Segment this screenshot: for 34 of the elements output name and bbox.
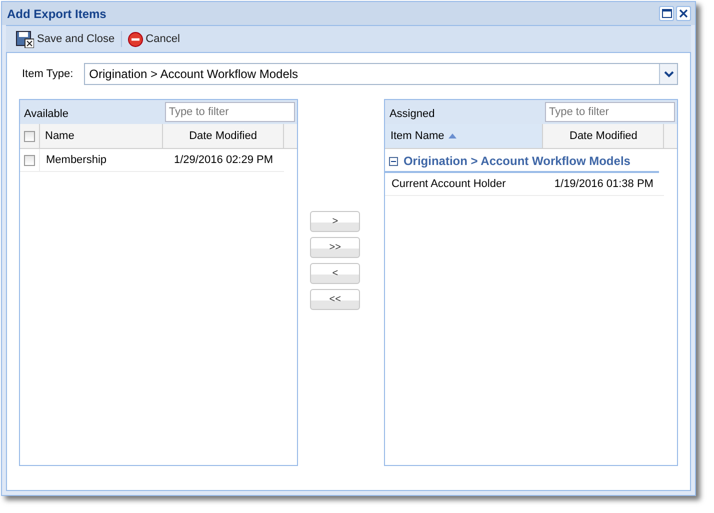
collapse-icon[interactable]	[389, 156, 398, 166]
close-icon	[679, 9, 688, 18]
column-header[interactable]: Date Modified	[163, 124, 284, 148]
table-row[interactable]: Current Account Holder 1/19/2016 01:38 PM	[385, 173, 664, 196]
table-cell-text: 1/19/2016 01:38 PM	[553, 177, 654, 192]
column-header[interactable]: Name	[40, 124, 163, 148]
cancel-icon	[128, 32, 143, 46]
table-cell-text: 1/29/2016 02:29 PM	[172, 153, 274, 168]
save-and-close-button[interactable]: Save and Close	[16, 30, 115, 48]
item-type-label: Item Type:	[22, 68, 74, 80]
table-cell-text: Current Account Holder	[390, 177, 507, 192]
column-header[interactable]: Item Name	[385, 124, 544, 148]
maximize-icon	[662, 9, 672, 18]
window-title: Add Export Items	[7, 6, 106, 20]
panel-title: Available	[24, 108, 68, 120]
move-button[interactable]: >>	[310, 237, 360, 258]
sort-ascending-icon	[448, 133, 458, 139]
checkbox[interactable]	[24, 154, 35, 166]
column-header[interactable]: Date Modified	[543, 124, 664, 148]
maximize-button[interactable]	[659, 6, 674, 21]
move-button[interactable]: <	[310, 263, 360, 284]
move-button[interactable]: <<	[310, 289, 360, 310]
panel-title: Assigned	[389, 108, 435, 120]
filter-field[interactable]: Type to filter	[545, 102, 675, 122]
chevron-down-icon	[664, 70, 674, 78]
cancel-button[interactable]: Cancel	[128, 32, 180, 46]
close-button[interactable]	[676, 6, 691, 21]
table-cell-text: Membership	[45, 153, 108, 168]
checkbox[interactable]	[24, 130, 35, 142]
table-row[interactable]: Membership 1/29/2016 02:29 PM	[20, 149, 284, 172]
filter-field[interactable]: Type to filter	[164, 102, 295, 122]
group-header[interactable]: Origination > Account Workflow Models	[403, 154, 630, 168]
move-button[interactable]: >	[310, 211, 360, 232]
item-type-dropdown[interactable]: Origination > Account Workflow Models	[84, 63, 678, 85]
